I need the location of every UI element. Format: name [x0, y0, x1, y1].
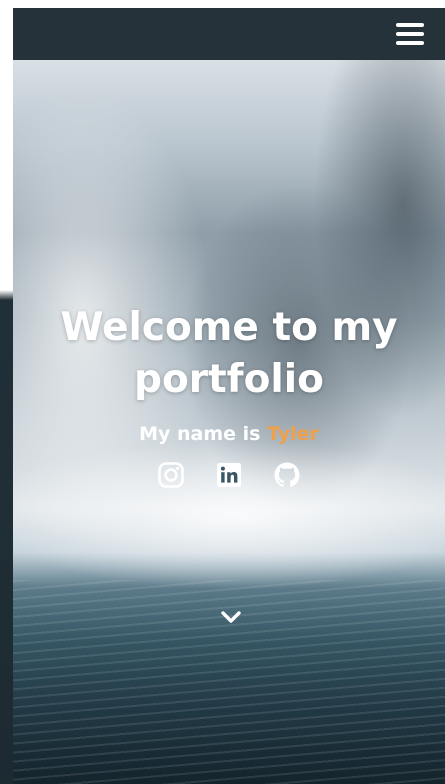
side-panel-edge: [0, 0, 13, 784]
github-icon[interactable]: [272, 460, 302, 490]
hero-title: Welcome to my portfolio: [60, 305, 398, 402]
social-links: [13, 460, 445, 490]
hero-section: Welcome to my portfolio My name is Tyler: [13, 60, 445, 784]
chevron-down-icon[interactable]: [219, 608, 243, 626]
subtitle-prefix: My name is: [139, 423, 268, 445]
hero-content: Welcome to my portfolio My name is Tyler: [13, 302, 445, 490]
navbar: [13, 8, 445, 60]
linkedin-icon[interactable]: [214, 460, 244, 490]
instagram-icon[interactable]: [156, 460, 186, 490]
page: Welcome to my portfolio My name is Tyler: [0, 0, 445, 784]
subtitle-name: Tyler: [267, 423, 319, 445]
hero-subtitle: My name is Tyler: [13, 422, 445, 446]
hamburger-menu-icon[interactable]: [393, 19, 427, 49]
